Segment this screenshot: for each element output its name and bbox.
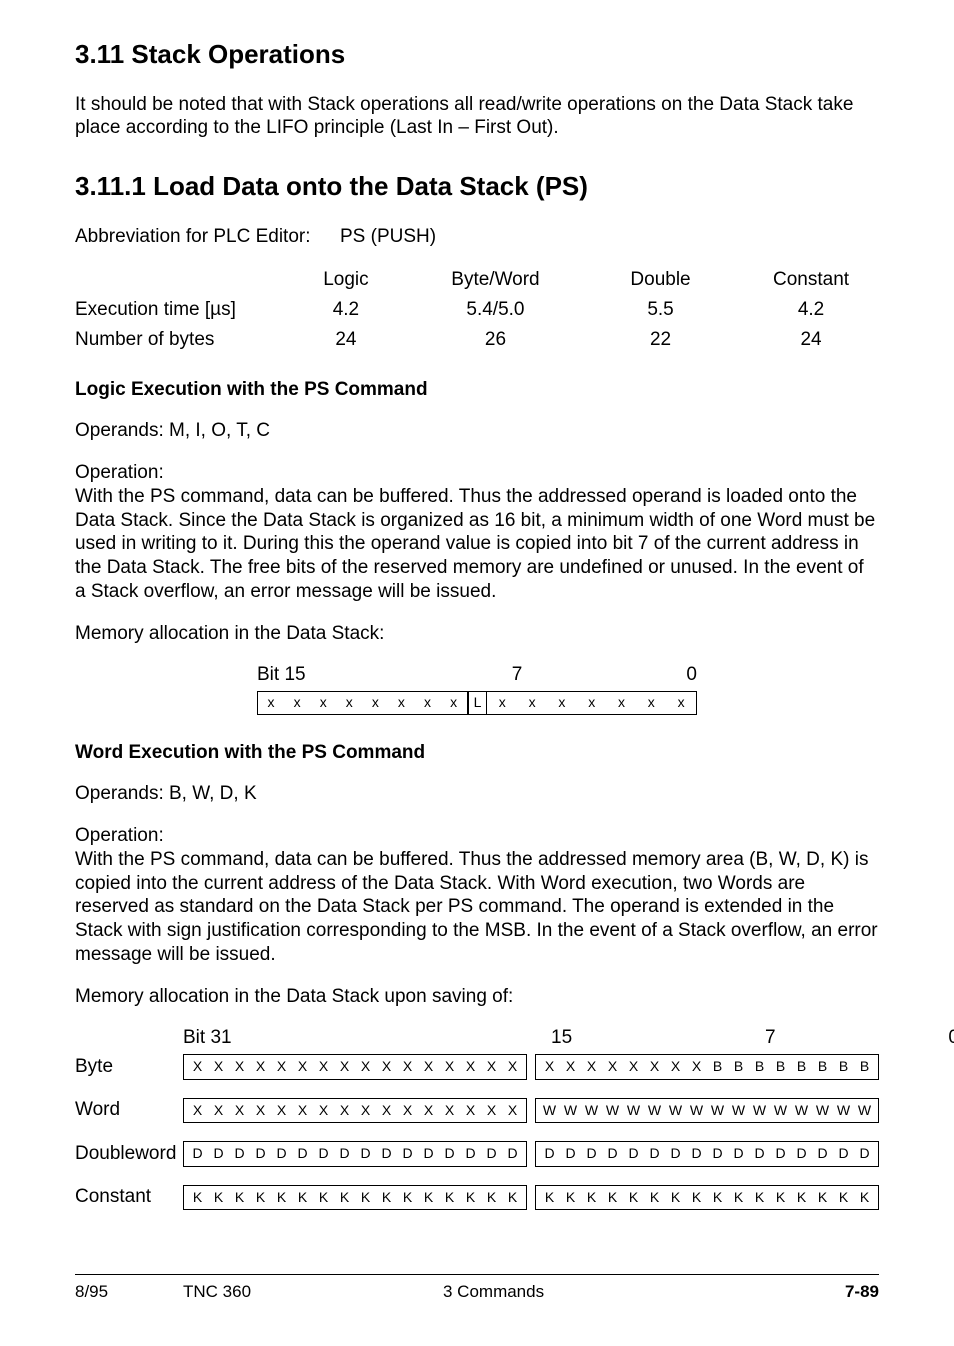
footer-date: 8/95 xyxy=(75,1281,183,1302)
memory-figure-32bit: Bit 31 15 7 0 ByteXXXXXXXXXXXXXXXXXXXXXX… xyxy=(75,1026,879,1210)
bit-cell: x xyxy=(258,692,284,714)
bit-0-label: 0 xyxy=(939,1026,954,1050)
bit-cell: x xyxy=(607,692,637,714)
footer-model: TNC 360 xyxy=(183,1281,443,1302)
cell: 26 xyxy=(413,328,578,352)
bit-7-label: 7 xyxy=(317,663,667,687)
timing-table-row: Execution time [µs] 4.2 5.4/5.0 5.5 4.2 xyxy=(75,298,879,322)
bit-31-label: Bit 31 xyxy=(183,1026,551,1050)
bit-cell: x xyxy=(336,692,362,714)
col-byteword: Byte/Word xyxy=(413,268,578,292)
memory-row-label: Constant xyxy=(75,1185,183,1209)
abbrev-label: Abbreviation for PLC Editor: xyxy=(75,225,340,249)
memory-figure-16bit: Bit 15 7 0 xxxxxxxxLxxxxxxx xyxy=(257,663,697,714)
memory-row: ConstantKKKKKKKKKKKKKKKKKKKKKKKKKKKKKKKK xyxy=(75,1185,879,1211)
memory-row: WordXXXXXXXXXXXXXXXX WWWWWWWWWWWWWWWW xyxy=(75,1098,879,1124)
memory-row-label: Doubleword xyxy=(75,1142,183,1166)
cell: 5.4/5.0 xyxy=(413,298,578,322)
logic-operands: Operands: M, I, O, T, C xyxy=(75,419,879,443)
cell: 4.2 xyxy=(743,298,879,322)
word-exec-heading: Word Execution with the PS Command xyxy=(75,741,879,765)
bit-cell: x xyxy=(636,692,666,714)
col-constant: Constant xyxy=(743,268,879,292)
bit-0-label: 0 xyxy=(667,663,697,687)
footer-page: 7-89 xyxy=(819,1281,879,1302)
bits-lo: KKKKKKKKKKKKKKKK xyxy=(535,1185,879,1211)
intro-paragraph: It should be noted that with Stack opera… xyxy=(75,93,879,141)
bit-cell: x xyxy=(388,692,414,714)
row-label: Execution time [µs] xyxy=(75,298,279,322)
cell: 24 xyxy=(279,328,413,352)
bit-7-label: 7 xyxy=(765,1026,939,1050)
bits-lo: WWWWWWWWWWWWWWWW xyxy=(535,1098,879,1124)
bits-lo: DDDDDDDDDDDDDDDD xyxy=(535,1141,879,1167)
bit-cell: x xyxy=(547,692,577,714)
bits-hi: XXXXXXXXXXXXXXXX xyxy=(183,1098,527,1124)
bits-hi: XXXXXXXXXXXXXXXX xyxy=(183,1054,527,1080)
memory-row: DoublewordDDDDDDDDDDDDDDDDDDDDDDDDDDDDDD… xyxy=(75,1141,879,1167)
logic-operation: Operation:With the PS command, data can … xyxy=(75,461,879,604)
word-operands: Operands: B, W, D, K xyxy=(75,782,879,806)
bit-cell: x xyxy=(362,692,388,714)
cell: 22 xyxy=(578,328,743,352)
row-label: Number of bytes xyxy=(75,328,279,352)
memory-row-label: Word xyxy=(75,1098,183,1122)
section-heading: 3.11 Stack Operations xyxy=(75,38,879,71)
mem-alloc-save-label: Memory allocation in the Data Stack upon… xyxy=(75,985,879,1009)
logic-exec-heading: Logic Execution with the PS Command xyxy=(75,378,879,402)
page-footer: 8/95 TNC 360 3 Commands 7-89 xyxy=(75,1274,879,1302)
memory-row-label: Byte xyxy=(75,1055,183,1079)
bit-cell: x xyxy=(414,692,440,714)
col-logic: Logic xyxy=(279,268,413,292)
bits-hi: DDDDDDDDDDDDDDDD xyxy=(183,1141,527,1167)
footer-chapter: 3 Commands xyxy=(443,1281,819,1302)
mem-alloc-label: Memory allocation in the Data Stack: xyxy=(75,622,879,646)
bit-cell: x xyxy=(310,692,336,714)
bit-15-label: Bit 15 xyxy=(257,663,317,687)
bit-cell: x xyxy=(284,692,310,714)
bits-hi: KKKKKKKKKKKKKKKK xyxy=(183,1185,527,1211)
bit-cell-logic: L xyxy=(468,692,488,714)
cell: 24 xyxy=(743,328,879,352)
bit-cell: x xyxy=(441,692,467,714)
bit-cell: x xyxy=(666,692,696,714)
col-double: Double xyxy=(578,268,743,292)
timing-table-row: Number of bytes 24 26 22 24 xyxy=(75,328,879,352)
memory-row: ByteXXXXXXXXXXXXXXXX XXXXXXXXBBBBBBBB xyxy=(75,1054,879,1080)
bit-cell: x xyxy=(517,692,547,714)
word-operation: Operation:With the PS command, data can … xyxy=(75,824,879,967)
bits-lo: XXXXXXXXBBBBBBBB xyxy=(535,1054,879,1080)
cell: 4.2 xyxy=(279,298,413,322)
bit-cell: x xyxy=(577,692,607,714)
cell: 5.5 xyxy=(578,298,743,322)
abbrev-value: PS (PUSH) xyxy=(340,225,436,249)
bit-15-label: 15 xyxy=(551,1026,765,1050)
bit-cell: x xyxy=(487,692,517,714)
subsection-heading: 3.11.1 Load Data onto the Data Stack (PS… xyxy=(75,170,879,203)
timing-table-header: Logic Byte/Word Double Constant xyxy=(75,268,879,292)
